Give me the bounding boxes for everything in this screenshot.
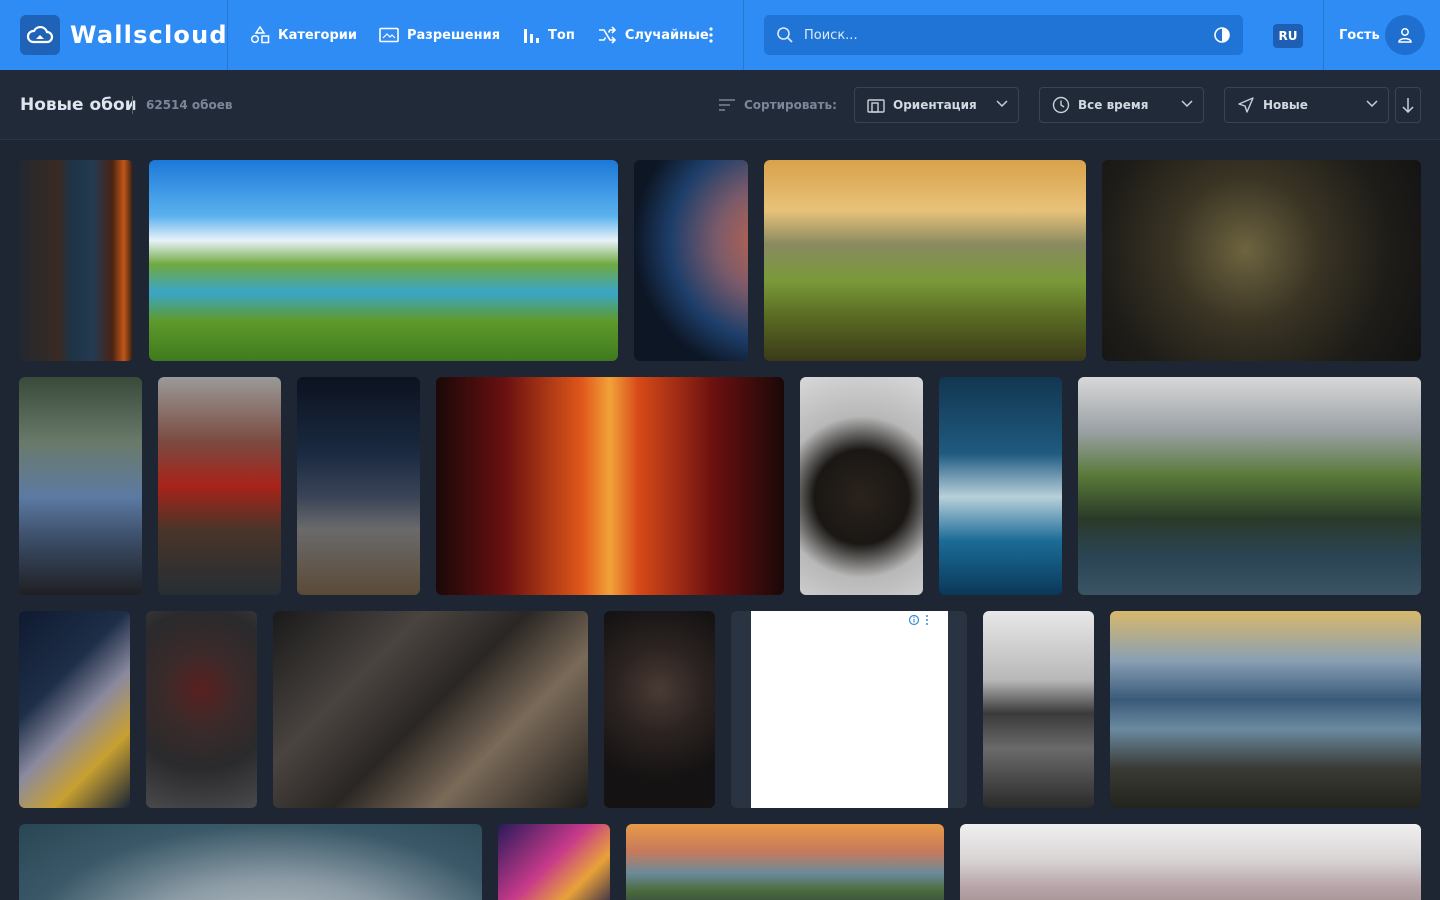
site-logo[interactable]: Wallscloud <box>20 15 228 55</box>
orientation-dropdown[interactable]: Ориентация <box>854 87 1019 123</box>
sort-icon <box>719 99 735 111</box>
wallpaper-burning-door[interactable] <box>19 160 133 361</box>
wallpaper-rocky-coast-sunset[interactable] <box>1110 611 1421 808</box>
arrow-down-icon <box>1402 98 1414 113</box>
nav-top[interactable]: Топ <box>522 26 575 44</box>
wallpaper-red-eyed-wolf[interactable] <box>146 611 257 808</box>
wallpaper-doberman-sunglasses[interactable] <box>800 377 923 595</box>
orientation-value: Ориентация <box>893 98 977 112</box>
wallpaper-masked-face[interactable] <box>604 611 715 808</box>
wallpaper-red-abstract-circuit[interactable] <box>436 377 784 595</box>
logo-text: Wallscloud <box>70 21 228 49</box>
shapes-icon <box>250 26 270 44</box>
wallpaper-moon-planet-flag[interactable] <box>19 824 482 900</box>
wallpaper-fantasy-island-landscape[interactable] <box>149 160 618 361</box>
wallpaper-bunnies[interactable] <box>19 377 142 595</box>
wallpaper-rock-fog-reflection[interactable] <box>983 611 1094 808</box>
search-icon <box>776 26 794 44</box>
shuffle-icon <box>598 26 616 44</box>
wallpaper-sea-cliffs[interactable] <box>1078 377 1421 595</box>
more-menu-icon[interactable] <box>703 25 719 45</box>
bar-chart-icon <box>524 29 540 43</box>
user-icon <box>1398 28 1412 43</box>
period-dropdown[interactable]: Все время <box>1039 87 1204 123</box>
order-value: Новые <box>1263 98 1308 112</box>
nav-resolutions[interactable]: Разрешения <box>379 27 500 43</box>
search-box <box>764 15 1243 55</box>
nav-random[interactable]: Случайные <box>597 26 709 44</box>
guest-label[interactable]: Гость <box>1339 0 1380 70</box>
order-dropdown[interactable]: Новые <box>1224 87 1389 123</box>
nav-categories[interactable]: Категории <box>250 26 357 44</box>
wallpaper-moon-night-tree[interactable] <box>19 611 130 808</box>
chevron-down-icon <box>1366 100 1378 108</box>
wallpaper-space-station-planet[interactable] <box>297 377 420 595</box>
wallpaper-dark-armored-knight[interactable] <box>1102 160 1421 361</box>
wallpaper-red-sailing-ship[interactable] <box>158 377 281 595</box>
wallpaper-flower-field-blur[interactable] <box>960 824 1421 900</box>
filter-toolbar: Новые обои 62514 обоев Сортировать: Орие… <box>0 70 1440 140</box>
nav-label: Топ <box>548 27 575 43</box>
header-divider <box>227 0 228 70</box>
monitor-icon <box>379 27 399 43</box>
wallpaper-hero-city-skyscrapers[interactable] <box>273 611 588 808</box>
cloud-icon <box>20 15 60 55</box>
sort-label: Сортировать: <box>718 70 837 140</box>
header-divider <box>1323 0 1324 70</box>
nav-label: Случайные <box>624 27 709 43</box>
theme-toggle-icon[interactable] <box>1213 26 1231 44</box>
chevron-down-icon <box>1181 100 1193 108</box>
nav-label: Категории <box>278 27 357 43</box>
send-icon <box>1237 96 1255 114</box>
sort-direction-button[interactable] <box>1395 87 1421 123</box>
chevron-down-icon <box>996 100 1008 108</box>
page-title: Новые обои <box>20 95 137 115</box>
top-header: Wallscloud Категории Разрешения Топ Случ… <box>0 0 1440 70</box>
wallpaper-mountain-sunset-meadow[interactable] <box>764 160 1086 361</box>
search-input[interactable] <box>804 27 1184 43</box>
advertisement[interactable] <box>731 611 967 808</box>
clock-icon <box>1052 96 1070 114</box>
sort-label-text: Сортировать: <box>744 98 837 112</box>
period-value: Все время <box>1078 98 1149 112</box>
nav-label: Разрешения <box>407 27 501 43</box>
wallpaper-coastal-cliffs-sunset[interactable] <box>626 824 944 900</box>
title-divider <box>132 96 133 114</box>
wallpaper-lighthouse-storm-waves[interactable] <box>939 377 1062 595</box>
wallpaper-space-castle-nebula[interactable] <box>498 824 610 900</box>
header-divider <box>743 0 744 70</box>
main-nav: Категории Разрешения Топ Случайные <box>250 0 731 70</box>
wallpaper-astronaut-earth[interactable] <box>634 160 748 361</box>
ad-banner[interactable] <box>751 611 948 808</box>
wallpaper-count: 62514 обоев <box>146 98 233 112</box>
language-switch[interactable]: RU <box>1273 24 1303 48</box>
user-avatar[interactable] <box>1385 15 1425 55</box>
orientation-icon <box>867 97 885 113</box>
ad-info-icon[interactable] <box>908 614 930 626</box>
